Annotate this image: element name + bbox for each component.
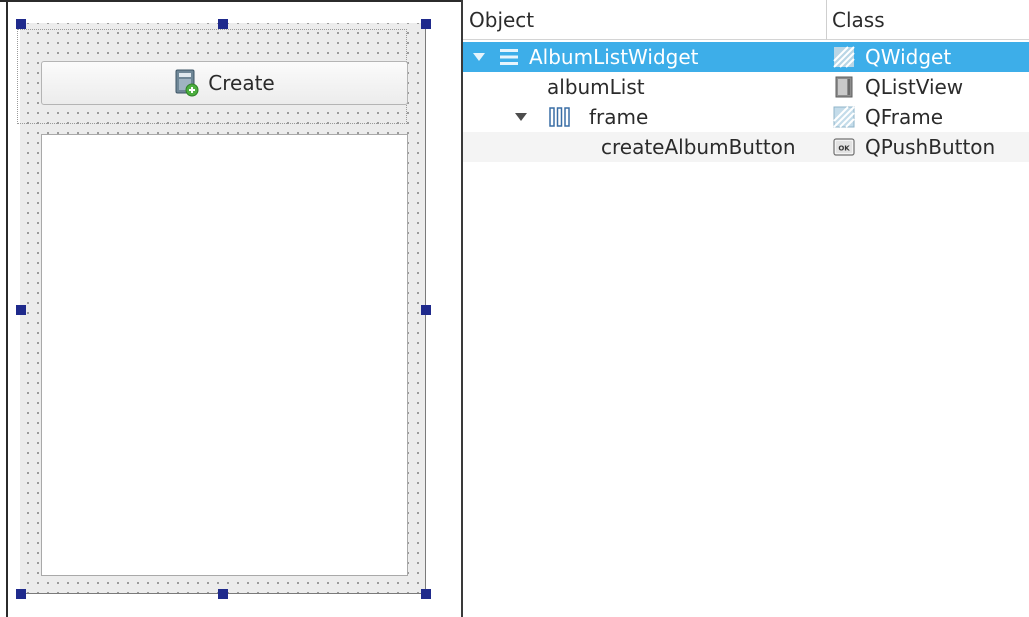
svg-text:OK: OK: [838, 145, 850, 153]
object-name: albumList: [547, 75, 645, 99]
widget-hatched-icon: [833, 46, 855, 68]
vertical-layout-icon: [500, 49, 518, 65]
expand-arrow-icon[interactable]: [473, 53, 485, 61]
resize-handle-right[interactable]: [421, 305, 431, 315]
album-list-view[interactable]: [41, 134, 408, 576]
create-album-button[interactable]: Create: [41, 61, 408, 105]
resize-handle-top[interactable]: [218, 19, 228, 29]
tree-row-album-list[interactable]: albumList QListView: [463, 72, 1029, 102]
class-name: QListView: [865, 75, 964, 99]
canvas-top-border: [0, 0, 463, 2]
object-inspector[interactable]: Object Class AlbumListWidget QWidget alb…: [463, 0, 1029, 617]
tree-row-frame[interactable]: frame QFrame: [463, 102, 1029, 132]
frame-hatched-icon: [833, 106, 855, 128]
album-add-icon: [175, 69, 199, 97]
expand-arrow-icon[interactable]: [515, 113, 527, 121]
canvas-left-border: [6, 0, 8, 617]
horizontal-layout-icon: [549, 107, 570, 127]
object-name: frame: [589, 105, 649, 129]
column-header-class[interactable]: Class: [827, 0, 1029, 40]
object-name: AlbumListWidget: [529, 45, 699, 69]
create-button-label: Create: [208, 71, 275, 95]
tree-row-create-album-button[interactable]: createAlbumButton OK QPushButton: [463, 132, 1029, 162]
listview-icon: [835, 76, 853, 98]
resize-handle-bottom-right[interactable]: [421, 589, 431, 599]
tree-row-album-list-widget[interactable]: AlbumListWidget QWidget: [463, 42, 1029, 72]
class-name: QFrame: [865, 105, 944, 129]
resize-handle-top-left[interactable]: [16, 19, 26, 29]
resize-handle-top-right[interactable]: [421, 19, 431, 29]
resize-handle-bottom[interactable]: [218, 589, 228, 599]
class-name: QWidget: [865, 45, 952, 69]
class-name: QPushButton: [865, 135, 996, 159]
pushbutton-ok-icon: OK: [833, 138, 855, 156]
resize-handle-left[interactable]: [16, 305, 26, 315]
column-header-object[interactable]: Object: [463, 0, 827, 40]
form-designer-canvas[interactable]: Create: [0, 0, 463, 617]
object-name: createAlbumButton: [601, 135, 796, 159]
resize-handle-bottom-left[interactable]: [16, 589, 26, 599]
inspector-header: Object Class: [463, 0, 1029, 40]
